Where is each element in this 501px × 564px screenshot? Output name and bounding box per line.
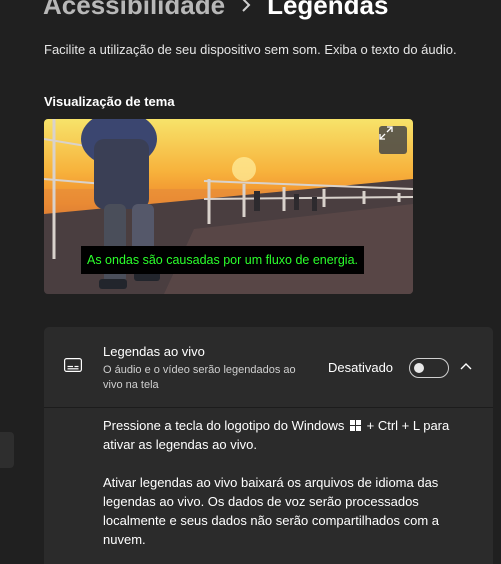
live-captions-details: Pressione a tecla do logotipo do Windows… [103,416,463,549]
windows-logo-icon [350,420,361,431]
breadcrumb-parent[interactable]: Acessibilidade [43,0,225,23]
live-captions-title: Legendas ao vivo [103,344,205,359]
shortcut-text-before: Pressione a tecla do logotipo do Windows [103,418,345,433]
breadcrumb: Acessibilidade Legendas [43,0,388,23]
privacy-note: Ativar legendas ao vivo baixará os arqui… [103,475,440,547]
preview-caption: As ondas são causadas por um fluxo de en… [81,246,365,274]
toggle-knob [414,363,424,373]
live-captions-subtitle: O áudio e o vídeo serão legendados ao vi… [103,364,296,391]
captions-settings-page: Acessibilidade Legendas Facilite a utili… [0,0,501,564]
card-divider [44,407,493,408]
shortcut-text: Pressione a tecla do logotipo do Windows… [103,416,463,454]
sidebar-edge [0,432,14,468]
toggle-state-label: Desativado [328,360,394,375]
page-description: Facilite a utilização de seu dispositivo… [44,42,457,57]
live-captions-card: Legendas ao vivo O áudio e o vídeo serão… [44,327,493,564]
expand-preview-button[interactable] [379,126,407,154]
page-title: Legendas [267,0,389,20]
captions-icon [64,358,82,377]
theme-preview: As ondas são causadas por um fluxo de en… [44,119,413,294]
theme-preview-heading: Visualização de tema [44,94,175,109]
chevron-up-icon[interactable] [460,360,472,378]
chevron-right-icon [241,0,251,12]
live-captions-toggle[interactable] [409,358,449,378]
live-captions-header[interactable]: Legendas ao vivo O áudio e o vídeo serão… [44,327,493,407]
